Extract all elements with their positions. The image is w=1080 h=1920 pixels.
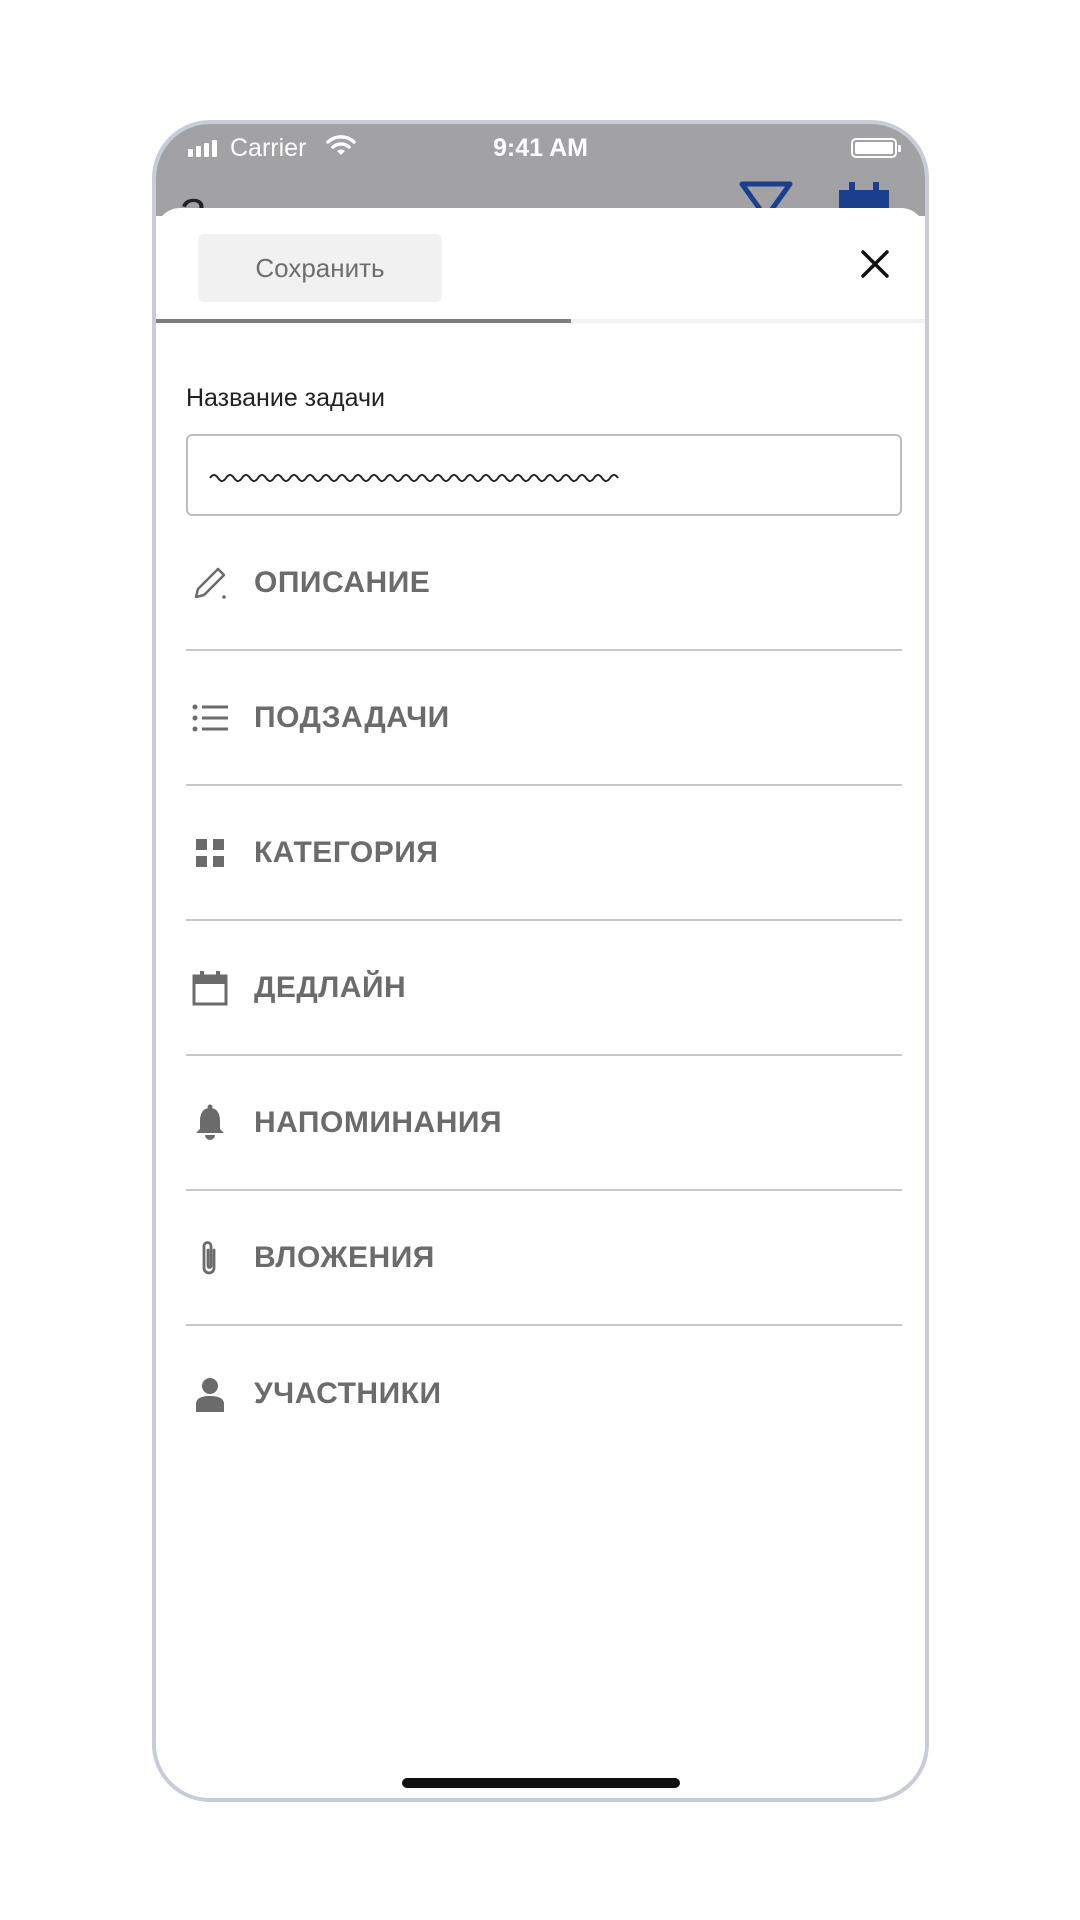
close-icon [861,250,889,278]
phone-frame: Carrier 9:41 AM З Сохранить [152,120,929,1802]
save-button[interactable]: Сохранить [198,234,442,302]
menu-item-label: ВЛОЖЕНИЯ [254,1240,435,1274]
menu-item-attachments[interactable]: ВЛОЖЕНИЯ [186,1191,902,1326]
menu-item-reminders[interactable]: НАПОМИНАНИЯ [186,1056,902,1191]
task-title-input[interactable] [186,434,902,516]
grid-icon [190,833,230,873]
task-title-label: Название задачи [186,384,385,412]
close-button[interactable] [855,244,895,284]
menu-item-label: НАПОМИНАНИЯ [254,1105,503,1139]
pencil-icon [190,563,230,603]
menu-item-label: ОПИСАНИЕ [254,565,431,599]
progress-bar [156,319,925,323]
progress-fill [156,319,572,323]
menu-item-label: КАТЕГОРИЯ [254,835,439,869]
scribble-text [209,474,619,482]
clock: 9:41 AM [493,134,588,162]
person-icon [190,1374,230,1414]
bell-icon [190,1103,230,1143]
menu-item-label: ДЕДЛАЙН [254,970,407,1004]
menu-item-subtasks[interactable]: ПОДЗАДАЧИ [186,651,902,786]
menu-item-label: ПОДЗАДАЧИ [254,700,450,734]
menu-item-label: УЧАСТНИКИ [254,1376,442,1410]
menu-item-description[interactable]: ОПИСАНИЕ [186,516,902,651]
status-bar: Carrier 9:41 AM З [156,124,925,239]
menu-item-deadline[interactable]: ДЕДЛАЙН [186,921,902,1056]
task-options-list: ОПИСАНИЕ ПОДЗАДАЧИ КАТЕГОРИЯ ДЕДЛАЙН НАП… [186,516,902,1461]
task-sheet: Сохранить Название задачи ОПИСАНИЕ ПОДЗА… [156,208,925,1798]
menu-item-participants[interactable]: УЧАСТНИКИ [186,1326,902,1461]
home-indicator[interactable] [401,1778,680,1788]
paperclip-icon [190,1238,230,1278]
menu-item-category[interactable]: КАТЕГОРИЯ [186,786,902,921]
list-icon [190,698,230,738]
calendar-icon [190,968,230,1008]
battery-icon [851,138,901,158]
